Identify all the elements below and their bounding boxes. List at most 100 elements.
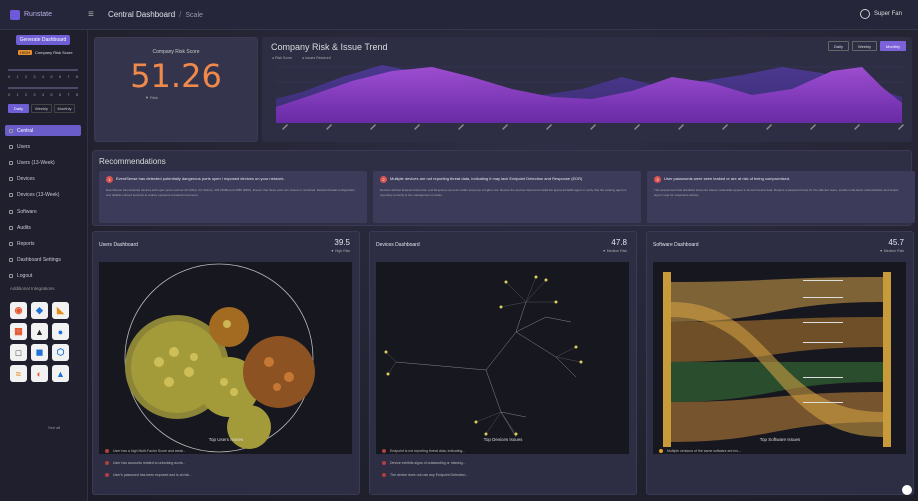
x-tick: [854, 124, 861, 131]
issue-text: Device exhibits signs of outstanding or …: [390, 461, 466, 465]
recommendation-card[interactable]: 2 Multiple devices are not reporting thre…: [373, 171, 641, 223]
intune-integration-icon[interactable]: ⬡: [52, 344, 69, 361]
x-tick: [810, 124, 817, 131]
x-tick: [458, 124, 465, 131]
okta-integration-icon[interactable]: ●: [52, 323, 69, 340]
issue-severity-icon: [382, 449, 386, 453]
qualys-integration-icon[interactable]: ◣: [52, 302, 69, 319]
see-all-link[interactable]: See all: [48, 425, 60, 430]
slider-tick: 4: [41, 92, 45, 97]
issue-text: User has a high Multi-Factor Score and w…: [113, 449, 186, 453]
sidebar-item-devices-13-week-[interactable]: Devices (13-Week): [5, 190, 81, 201]
office-integration-icon[interactable]: ◉: [10, 302, 27, 319]
dashboard-title: Devices Dashboard: [376, 242, 420, 248]
dashboard-title: Software Dashboard: [653, 242, 699, 248]
fortinet-integration-icon[interactable]: ▦: [10, 323, 27, 340]
dashboard-visualization: [99, 262, 352, 454]
dashboard-score: 39.5: [334, 238, 350, 247]
chat-icon[interactable]: [902, 485, 912, 495]
slider-tick: 7: [67, 92, 70, 97]
crowdstrike-integration-icon[interactable]: □: [10, 344, 27, 361]
recommendation-heading: Multiple devices are not reporting threa…: [390, 176, 583, 181]
sidebar-item-reports[interactable]: Reports: [5, 238, 81, 249]
hamburger-icon[interactable]: ≡: [88, 9, 100, 20]
x-tick: [326, 124, 333, 131]
recommendation-body: Devices without Endpoint Detection and R…: [380, 188, 627, 197]
devices-dashboard-card[interactable]: Devices Dashboard 47.8 ▼ Medium Risk Top De…: [369, 231, 637, 495]
aws-integration-icon[interactable]: ≈: [10, 365, 27, 382]
recommendation-card[interactable]: 3 User passwords were seen leaked or are …: [647, 171, 915, 223]
score-change: ▼ Risk: [145, 95, 158, 100]
issue-slider[interactable]: [8, 87, 78, 89]
sidebar-item-label: Devices (13-Week): [17, 192, 60, 199]
software-icon: [9, 209, 13, 214]
recommendation-body: EventSense has detected devices with ope…: [106, 188, 355, 197]
software-dashboard-card[interactable]: Software Dashboard 45.7 ▼ Medium Risk Top S…: [646, 231, 914, 495]
slider-tick: 8: [75, 92, 78, 97]
slider-tick: 3: [33, 92, 36, 97]
breadcrumb-sub[interactable]: Scale: [185, 12, 203, 19]
sidebar-item-logout[interactable]: Logout: [5, 271, 81, 282]
vulnerability-integration-icon[interactable]: ◐: [31, 365, 48, 382]
x-tick: [370, 124, 377, 131]
recommendation-number: 3: [654, 176, 661, 183]
issue-item[interactable]: User has a high Multi-Factor Score and w…: [105, 449, 345, 453]
x-tick: [546, 124, 553, 131]
dashboard-visualization: [376, 262, 629, 454]
issue-severity-icon: [382, 461, 386, 465]
period-daily-button[interactable]: Daily: [8, 104, 29, 113]
sidebar-item-software[interactable]: Software: [5, 206, 81, 217]
issue-item[interactable]: The device does not use any Endpoint Det…: [382, 473, 622, 477]
issue-item[interactable]: Multiple versions of the same software a…: [659, 449, 899, 453]
top-issues-title: Top Software Issues: [759, 437, 801, 442]
user-menu[interactable]: Super Fan: [859, 9, 902, 19]
sidebar-item-users-13-week-[interactable]: Users (13-Week): [5, 157, 81, 168]
recommendation-card[interactable]: 1 EventSense has detected potentially dan…: [99, 171, 367, 223]
period-weekly-button[interactable]: Weekly: [31, 104, 52, 113]
brand[interactable]: Runstate: [0, 9, 88, 20]
sidebar-item-devices[interactable]: Devices: [5, 174, 81, 185]
user-name: Super Fan: [873, 11, 902, 17]
dashboard-score: 45.7: [888, 238, 904, 247]
defender-integration-icon[interactable]: ◆: [31, 302, 48, 319]
device-icon: [9, 193, 13, 198]
issue-text: User's password has been exposed and is …: [113, 473, 192, 477]
sentinelone-integration-icon[interactable]: ▲: [31, 323, 48, 340]
issue-item[interactable]: User's password has been exposed and is …: [105, 473, 345, 477]
breadcrumb: Central Dashboard / Scale: [108, 10, 203, 19]
legend-risk: ● Risk Score: [272, 56, 293, 60]
sidebar-item-users[interactable]: Users: [5, 141, 81, 152]
issue-item[interactable]: Endpoint is not reporting threat data, i…: [382, 449, 622, 453]
trend-monthly-button[interactable]: Monthly: [879, 41, 906, 51]
sidebar-item-central[interactable]: Central: [5, 125, 81, 136]
users-dashboard-card[interactable]: Users Dashboard 39.5 ▼ High Risk Top Users …: [92, 231, 360, 495]
recommendation-body: This assessment has identified accounts …: [654, 188, 899, 197]
issue-item[interactable]: Device exhibits signs of outstanding or …: [382, 461, 622, 465]
period-monthly-button[interactable]: Monthly: [54, 104, 75, 113]
sidebar-item-audits[interactable]: Audits: [5, 222, 81, 233]
dashboard-title: Users Dashboard: [99, 242, 138, 248]
outlook-integration-icon[interactable]: ◼: [31, 344, 48, 361]
breadcrumb-main[interactable]: Central Dashboard: [108, 10, 175, 19]
issue-item[interactable]: User has accounts related to unlocking a…: [105, 461, 345, 465]
sidebar-item-label: Central: [17, 127, 34, 134]
integrations-title: Additional Integrations: [10, 286, 55, 291]
trend-weekly-button[interactable]: Weekly: [851, 41, 877, 51]
risk-slider[interactable]: [8, 69, 78, 71]
issue-severity-icon: [659, 449, 663, 453]
slider-tick: 0: [8, 74, 11, 79]
dashboard-risk-level: ▼ High Risk: [330, 249, 350, 253]
slider-tick: 5: [50, 92, 53, 97]
issue-severity-icon: [382, 473, 386, 477]
trend-period-buttons: Daily Weekly Monthly: [828, 41, 906, 51]
trend-daily-button[interactable]: Daily: [828, 41, 849, 51]
generate-dashboard-button[interactable]: Generate Dashboard: [16, 35, 70, 45]
sidebar-item-dashboard-settings[interactable]: Dashboard Settings: [5, 255, 81, 266]
brand-logo-icon: [10, 9, 20, 20]
sidebar-item-label: Users (13-Week): [17, 159, 55, 166]
trend-legend: ● Risk Score ● Issues Resolved: [272, 56, 331, 60]
avatar-icon: [859, 9, 870, 19]
audit-icon: [9, 225, 13, 230]
sidebar-item-label: Dashboard Settings: [17, 257, 61, 264]
azure-integration-icon[interactable]: ▲: [52, 365, 69, 382]
